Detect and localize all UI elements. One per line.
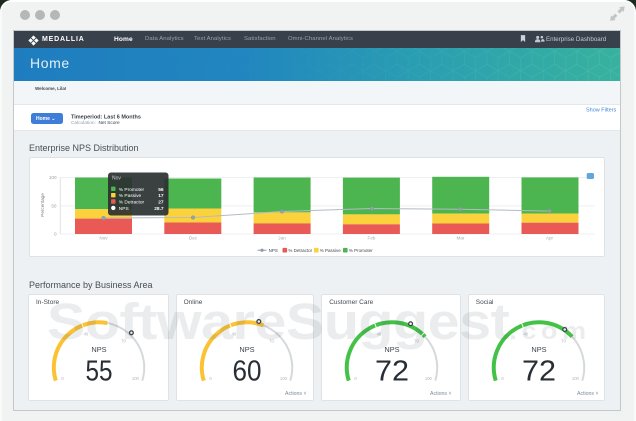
svg-text:60: 60 bbox=[232, 356, 261, 388]
svg-text:100: 100 bbox=[279, 376, 287, 381]
svg-text:0: 0 bbox=[501, 376, 504, 381]
svg-text:Feb: Feb bbox=[368, 236, 376, 241]
svg-text:% Detractor: % Detractor bbox=[119, 200, 145, 206]
svg-text:0: 0 bbox=[54, 232, 57, 237]
svg-text:100: 100 bbox=[49, 175, 57, 180]
svg-text:Actions ˅: Actions ˅ bbox=[430, 391, 451, 397]
svg-text:0: 0 bbox=[61, 376, 64, 381]
svg-text:% Promoter: % Promoter bbox=[349, 248, 373, 253]
svg-text:0: 0 bbox=[209, 376, 212, 381]
svg-text:100: 100 bbox=[132, 376, 140, 381]
svg-text:Mar: Mar bbox=[457, 236, 465, 241]
svg-text:Actions ˅: Actions ˅ bbox=[285, 391, 306, 397]
svg-text:NPS: NPS bbox=[119, 206, 129, 212]
svg-text:72: 72 bbox=[522, 356, 556, 388]
svg-text:Percentage: Percentage bbox=[40, 193, 45, 217]
svg-text:Nov: Nov bbox=[99, 236, 108, 241]
svg-text:% Detractor: % Detractor bbox=[288, 248, 312, 253]
svg-text:0: 0 bbox=[355, 376, 358, 381]
svg-text:56: 56 bbox=[158, 187, 164, 193]
svg-text:% Passive: % Passive bbox=[119, 193, 142, 199]
svg-text:Dec: Dec bbox=[189, 236, 198, 241]
svg-text:55: 55 bbox=[86, 356, 113, 388]
svg-text:% Passive: % Passive bbox=[320, 248, 342, 253]
svg-text:Nov: Nov bbox=[112, 176, 121, 182]
svg-text:% Promoter: % Promoter bbox=[119, 187, 145, 193]
svg-text:100: 100 bbox=[425, 376, 433, 381]
svg-text:50: 50 bbox=[51, 204, 57, 209]
svg-text:NPS: NPS bbox=[269, 248, 278, 253]
svg-text:100: 100 bbox=[572, 376, 580, 381]
svg-text:72: 72 bbox=[375, 356, 409, 388]
svg-text:28.7: 28.7 bbox=[154, 206, 164, 212]
svg-text:27: 27 bbox=[158, 200, 164, 206]
svg-text:Jan: Jan bbox=[278, 236, 286, 241]
svg-text:Actions ˅: Actions ˅ bbox=[577, 391, 598, 397]
svg-text:17: 17 bbox=[158, 193, 164, 199]
svg-text:Apr: Apr bbox=[546, 236, 554, 241]
